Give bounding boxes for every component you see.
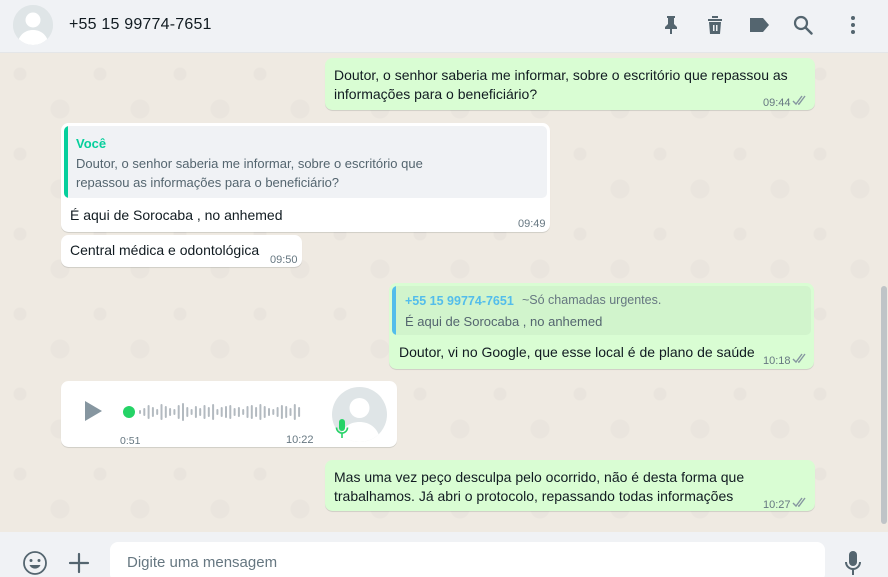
read-ticks-icon xyxy=(792,353,806,364)
message-incoming[interactable]: Central médica e odontológica 09:50 xyxy=(61,235,302,267)
waveform-bar xyxy=(255,407,258,417)
waveform-bar xyxy=(139,410,141,414)
waveform-bar xyxy=(151,407,154,417)
waveform-bar xyxy=(289,408,292,416)
attach-plus-icon[interactable] xyxy=(65,549,93,577)
default-avatar-icon xyxy=(13,5,53,45)
emoji-icon[interactable] xyxy=(21,549,49,577)
waveform-bar xyxy=(237,407,240,417)
mic-icon xyxy=(335,419,349,438)
waveform-bar xyxy=(259,404,262,420)
waveform-bar xyxy=(268,408,270,416)
quote-text: Doutor, o senhor saberia me informar, so… xyxy=(76,156,423,171)
waveform-bar xyxy=(199,408,202,416)
message-outgoing[interactable]: +55 15 99774-7651 ~Só chamadas urgentes.… xyxy=(389,283,814,369)
read-ticks-icon xyxy=(792,95,806,106)
message-outgoing[interactable]: Mas uma vez peço desculpa pelo ocorrido,… xyxy=(325,460,815,511)
menu-icon[interactable] xyxy=(840,12,866,38)
label-icon[interactable] xyxy=(746,12,772,38)
waveform-bar xyxy=(263,406,266,418)
waveform-bar xyxy=(177,405,180,419)
quote-pushname: ~Só chamadas urgentes. xyxy=(522,293,662,307)
waveform-bar xyxy=(207,407,210,417)
waveform-bar xyxy=(160,404,163,420)
voice-message[interactable]: 0:51 10:22 xyxy=(61,381,397,447)
waveform-bar xyxy=(246,406,249,418)
message-time: 09:44 xyxy=(763,97,791,109)
message-text: Doutor, o senhor saberia me informar, so… xyxy=(334,67,788,83)
voice-waveform[interactable] xyxy=(123,401,309,423)
waveform-bar xyxy=(298,407,301,417)
message-time: 09:49 xyxy=(518,218,546,230)
progress-dot[interactable] xyxy=(123,406,135,418)
message-time: 10:22 xyxy=(286,434,314,446)
waveform-bar xyxy=(293,404,296,420)
message-time: 10:18 xyxy=(763,355,791,367)
delete-icon[interactable] xyxy=(702,12,728,38)
message-text: É aqui de Sorocaba , no anhemed xyxy=(70,207,283,223)
message-text: Mas uma vez peço desculpa pelo ocorrido,… xyxy=(334,469,745,485)
quote-bar xyxy=(392,286,396,335)
composer xyxy=(0,532,888,577)
waveform-bar xyxy=(173,409,176,415)
quote-author: +55 15 99774-7651 xyxy=(405,294,514,308)
pin-icon[interactable] xyxy=(658,12,684,38)
waveform-bar xyxy=(212,404,215,420)
message-input[interactable] xyxy=(110,542,825,577)
read-ticks-icon xyxy=(792,497,806,508)
quote-text: É aqui de Sorocaba , no anhemed xyxy=(405,314,603,329)
quote-author: Você xyxy=(76,136,107,151)
waveform-bar xyxy=(276,407,279,417)
waveform-bar xyxy=(242,409,245,415)
waveform-bar xyxy=(194,406,197,418)
contact-avatar[interactable] xyxy=(13,5,53,45)
waveform-bar xyxy=(220,407,223,417)
message-text: Central médica e odontológica xyxy=(70,242,260,258)
waveform-bar xyxy=(190,409,193,415)
waveform-bar xyxy=(250,405,253,419)
chat-header: +55 15 99774-7651 xyxy=(0,0,888,53)
waveform-bar xyxy=(156,409,159,415)
message-text: trabalhamos. Já abri o protocolo, repass… xyxy=(334,488,734,504)
message-incoming[interactable]: Você Doutor, o senhor saberia me informa… xyxy=(61,123,550,232)
search-icon[interactable] xyxy=(790,12,816,38)
waveform-bar xyxy=(164,406,167,418)
contact-name[interactable]: +55 15 99774-7651 xyxy=(69,16,212,34)
waveform-bar xyxy=(203,405,206,419)
quoted-message[interactable]: +55 15 99774-7651 ~Só chamadas urgentes.… xyxy=(392,286,811,335)
waveform-bar xyxy=(169,408,172,416)
message-time: 09:50 xyxy=(270,254,298,266)
message-outgoing[interactable]: Doutor, o senhor saberia me informar, so… xyxy=(325,58,815,110)
voice-record-icon[interactable] xyxy=(839,549,867,577)
waveform-bar xyxy=(272,409,275,415)
quote-text: repassou as informações para o beneficiá… xyxy=(76,175,340,190)
message-text: informações para o beneficiário? xyxy=(334,86,538,102)
waveform-bar xyxy=(182,403,184,421)
waveform-bar xyxy=(143,408,146,416)
waveform-bar xyxy=(225,406,227,418)
conversation-panel[interactable]: Doutor, o senhor saberia me informar, so… xyxy=(0,54,888,532)
play-icon[interactable] xyxy=(81,399,105,423)
quoted-message[interactable]: Você Doutor, o senhor saberia me informa… xyxy=(64,126,547,198)
waveform-bar xyxy=(285,406,288,418)
voice-duration: 0:51 xyxy=(120,435,141,447)
waveform-bar xyxy=(233,408,236,416)
waveform-bar xyxy=(186,407,189,417)
message-time: 10:27 xyxy=(763,499,791,511)
waveform-bar xyxy=(280,405,283,419)
waveform-bar xyxy=(147,405,150,419)
chat-scrollbar[interactable] xyxy=(881,286,887,524)
quote-bar xyxy=(64,126,68,198)
waveform-bar xyxy=(229,405,232,419)
message-text: Doutor, vi no Google, que esse local é d… xyxy=(399,344,755,360)
waveform-bar xyxy=(216,409,219,415)
